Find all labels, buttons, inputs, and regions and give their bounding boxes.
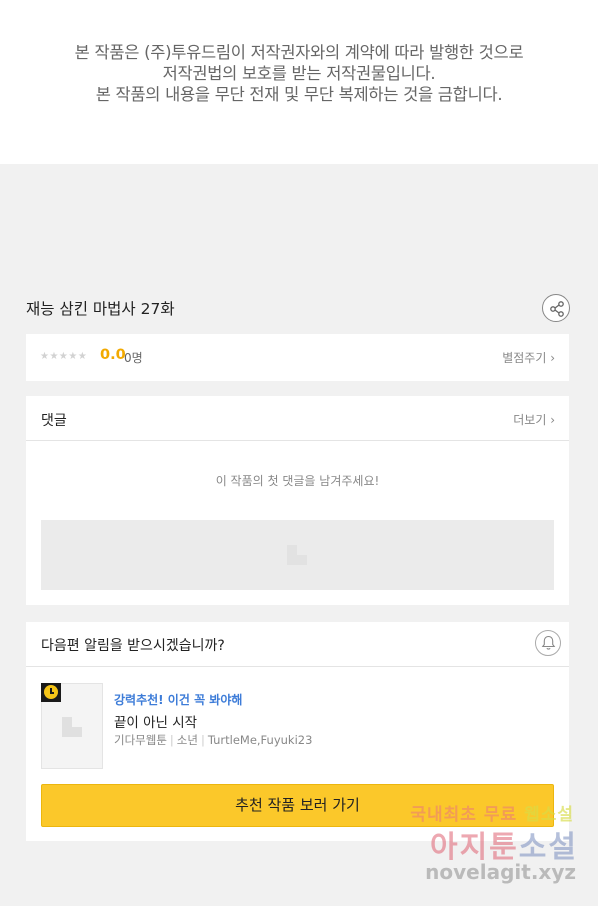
copyright-line-2: 저작권법의 보호를 받는 저작권물입니다. — [162, 64, 436, 83]
comments-more-link[interactable]: 더보기 › — [513, 411, 555, 428]
comments-header: 댓글 더보기 › — [26, 396, 569, 441]
rating-stars[interactable]: ★★★★★ — [40, 351, 87, 362]
copyright-line-3: 본 작품의 내용을 무단 전재 및 무단 복제하는 것을 금합니다. — [95, 85, 503, 104]
copyright-line-1: 본 작품은 (주)투유드림이 저작권자와의 계약에 따라 발행한 것으로 — [74, 43, 524, 62]
comment-banner-placeholder[interactable] — [41, 520, 554, 590]
comments-section: 댓글 더보기 › 이 작품의 첫 댓글을 남겨주세요! — [26, 396, 569, 605]
recommend-meta: 기다무웹툰 | 소년 | TurtleMe,Fuyuki23 — [114, 733, 313, 747]
episode-header: 재능 삼킨 마법사 27화 — [26, 292, 572, 324]
share-button[interactable] — [542, 294, 570, 322]
recommend-authors: TurtleMe,Fuyuki23 — [207, 733, 313, 747]
episode-title: 재능 삼킨 마법사 27화 — [26, 300, 175, 318]
rating-score: 0.0 — [100, 347, 126, 363]
rating-count: 0명 — [124, 351, 143, 365]
site-watermark: 국내최초 무료 웹소설 아지툰소설 novelagit.xyz — [408, 792, 580, 892]
next-alert-header: 다음편 알림을 받으시겠습니까? — [26, 622, 569, 667]
bell-icon — [541, 635, 556, 650]
recommend-tag: 강력추천! 이건 꼭 봐야해 — [114, 693, 243, 707]
image-placeholder-icon — [287, 545, 307, 565]
wait-free-clock-icon — [41, 683, 61, 702]
alert-bell-button[interactable] — [535, 630, 561, 656]
rate-link[interactable]: 별점주기 › — [502, 349, 555, 366]
watermark-url: novelagit.xyz — [425, 860, 576, 884]
next-alert-question: 다음편 알림을 받으시겠습니까? — [41, 638, 225, 654]
recommend-genre: 소년 — [176, 733, 198, 747]
image-placeholder-icon — [62, 717, 82, 737]
copyright-notice: 본 작품은 (주)투유드림이 저작권자와의 계약에 따라 발행한 것으로 저작권… — [0, 0, 598, 164]
comments-empty-message: 이 작품의 첫 댓글을 남겨주세요! — [215, 474, 380, 488]
comments-title: 댓글 — [41, 413, 67, 429]
rating-bar: ★★★★★ 0.0 0명 별점주기 › — [26, 334, 569, 381]
share-icon — [550, 301, 564, 317]
recommend-title[interactable]: 끝이 아닌 시작 — [114, 711, 197, 731]
recommend-category: 기다무웹툰 — [114, 733, 167, 747]
